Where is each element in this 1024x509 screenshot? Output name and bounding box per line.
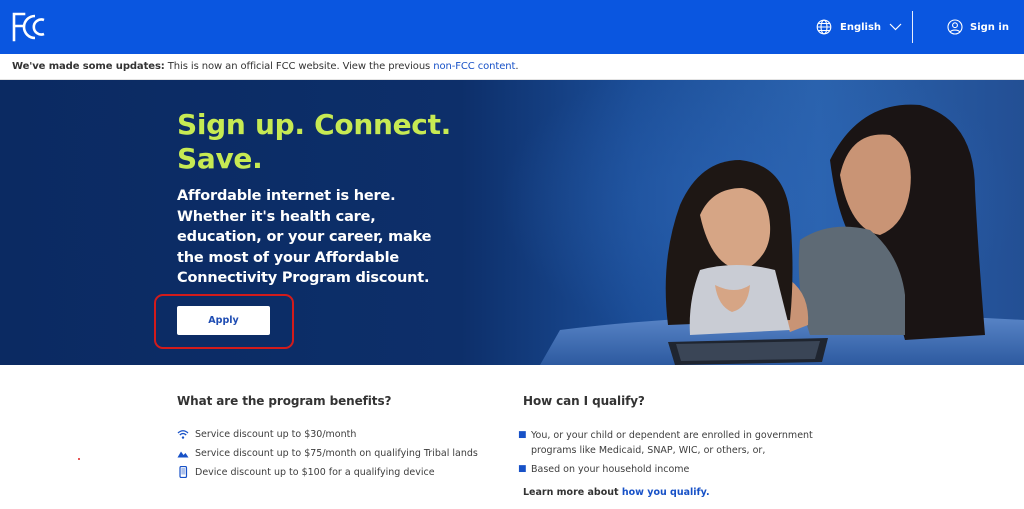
hero-section: Sign up. Connect. Save. Affordable inter… [0, 80, 1024, 365]
qualify-text: Based on your household income [531, 464, 690, 475]
how-you-qualify-link[interactable]: how you qualify. [622, 487, 710, 498]
banner-text: We've made some updates: This is now an … [12, 61, 519, 72]
banner-end: . [515, 61, 519, 72]
stray-dot [78, 458, 80, 460]
benefit-text: Service discount up to $30/month [195, 428, 357, 440]
update-banner: We've made some updates: This is now an … [0, 54, 1024, 80]
language-label: English [840, 21, 882, 33]
benefit-text: Device discount up to $100 for a qualify… [195, 466, 435, 478]
learn-more: Learn more about how you qualify. [523, 487, 710, 498]
chevron-down-icon [889, 23, 902, 31]
hero-description: Affordable internet is here. Whether it'… [177, 188, 432, 286]
bullet-icon: ■ [518, 464, 527, 474]
banner-message: This is now an official FCC website. Vie… [164, 61, 434, 72]
nav-divider [912, 11, 913, 43]
mountain-icon [177, 451, 189, 458]
apply-button[interactable]: Apply [177, 306, 270, 335]
benefit-item: Service discount up to $75/month on qual… [177, 447, 478, 459]
wifi-icon [177, 430, 189, 439]
phone-icon [179, 466, 188, 478]
top-nav: English Sign in [0, 0, 1024, 54]
banner-bold: We've made some updates: [12, 61, 165, 72]
qualify-item: ■ Based on your household income [518, 462, 831, 477]
benefit-text: Service discount up to $75/month on qual… [195, 447, 478, 459]
qualify-text: You, or your child or dependent are enro… [531, 430, 813, 456]
benefit-item: Service discount up to $30/month [177, 428, 356, 440]
user-icon [947, 19, 963, 35]
sign-in-label: Sign in [970, 21, 1009, 33]
qualify-item: ■ You, or your child or dependent are en… [518, 428, 831, 458]
bullet-icon: ■ [518, 430, 527, 440]
benefits-title: What are the program benefits? [177, 394, 392, 408]
learn-more-text: Learn more about [523, 487, 622, 498]
non-fcc-content-link[interactable]: non-FCC content [433, 61, 515, 72]
qualify-title: How can I qualify? [523, 394, 645, 408]
sign-in-button[interactable]: Sign in [947, 17, 1009, 37]
benefit-item: Device discount up to $100 for a qualify… [177, 466, 435, 478]
fcc-logo[interactable] [11, 11, 47, 43]
hero-title: Sign up. Connect. Save. [177, 108, 452, 175]
language-selector[interactable]: English [816, 17, 902, 37]
globe-icon [816, 19, 832, 35]
